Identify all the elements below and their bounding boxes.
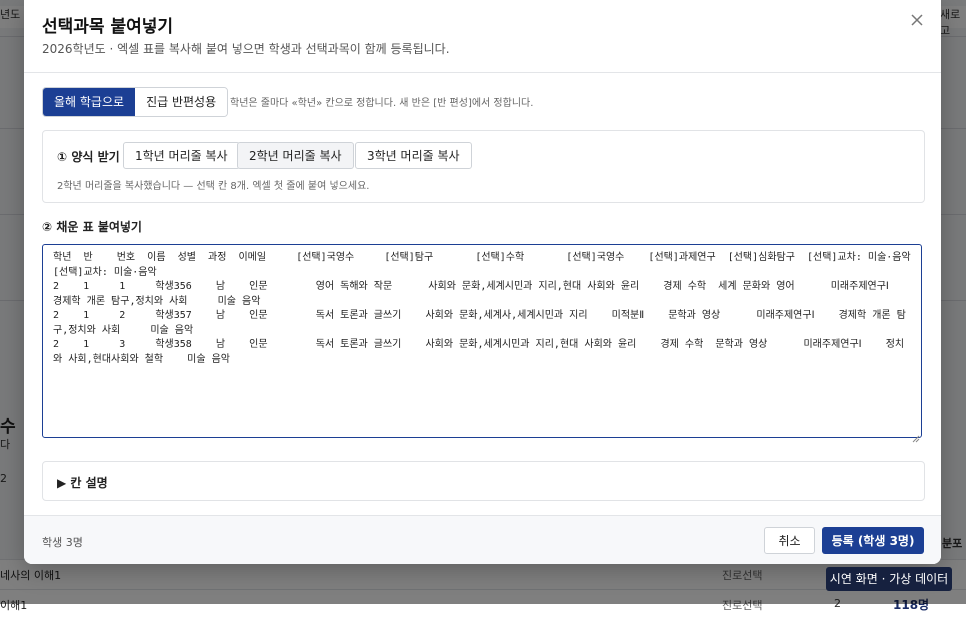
- mode-promotion-button[interactable]: 진급 반편성용: [135, 88, 228, 116]
- paste-label: ② 채운 표 붙여넣기: [42, 220, 142, 234]
- register-button[interactable]: 등록 (학생 3명): [822, 527, 924, 554]
- template-section: ① 양식 받기 1학년 머리줄 복사 2학년 머리줄 복사 3학년 머리줄 복사…: [42, 130, 925, 203]
- student-count: 학생 3명: [42, 536, 83, 549]
- modal-footer: 학생 3명 취소 등록 (학생 3명): [24, 515, 941, 564]
- cancel-button[interactable]: 취소: [764, 527, 815, 554]
- copy-grade3-header-button[interactable]: 3학년 머리줄 복사: [355, 142, 472, 169]
- copy-grade2-header-button[interactable]: 2학년 머리줄 복사: [237, 142, 354, 169]
- mode-hint: 학년은 줄마다 «학년» 칸으로 정합니다. 새 반은 [반 편성]에서 정합니…: [230, 98, 534, 109]
- copy-grade1-header-button[interactable]: 1학년 머리줄 복사: [123, 142, 240, 169]
- close-icon[interactable]: [907, 10, 927, 30]
- resize-grip-icon[interactable]: [912, 428, 920, 447]
- column-explanation-label: ▶ 칸 설명: [57, 476, 108, 490]
- mode-current-class-button[interactable]: 올해 학급으로: [43, 88, 136, 116]
- template-label: ① 양식 받기: [57, 150, 120, 164]
- column-explanation-toggle[interactable]: ▶ 칸 설명: [42, 461, 925, 501]
- demo-badge: 시연 화면 · 가상 데이터: [826, 567, 952, 591]
- paste-textarea[interactable]: 학년 반 번호 이름 성별 과정 이메일 [선택]국영수 [선택]탐구 [선택]…: [42, 244, 922, 438]
- modal-subtitle: 2026학년도 · 엑셀 표를 복사해 붙여 넣으면 학생과 선택과목이 함께 …: [42, 42, 450, 56]
- modal-title: 선택과목 붙여넣기: [42, 17, 174, 37]
- paste-subjects-modal: 선택과목 붙여넣기 2026학년도 · 엑셀 표를 복사해 붙여 넣으면 학생과…: [24, 0, 941, 564]
- template-note: 2학년 머리줄을 복사했습니다 — 선택 칸 8개. 엑셀 첫 줄에 붙여 넣으…: [57, 181, 370, 192]
- modal-header: 선택과목 붙여넣기 2026학년도 · 엑셀 표를 복사해 붙여 넣으면 학생과…: [24, 0, 941, 73]
- mode-toggle: 올해 학급으로 진급 반편성용: [42, 87, 229, 117]
